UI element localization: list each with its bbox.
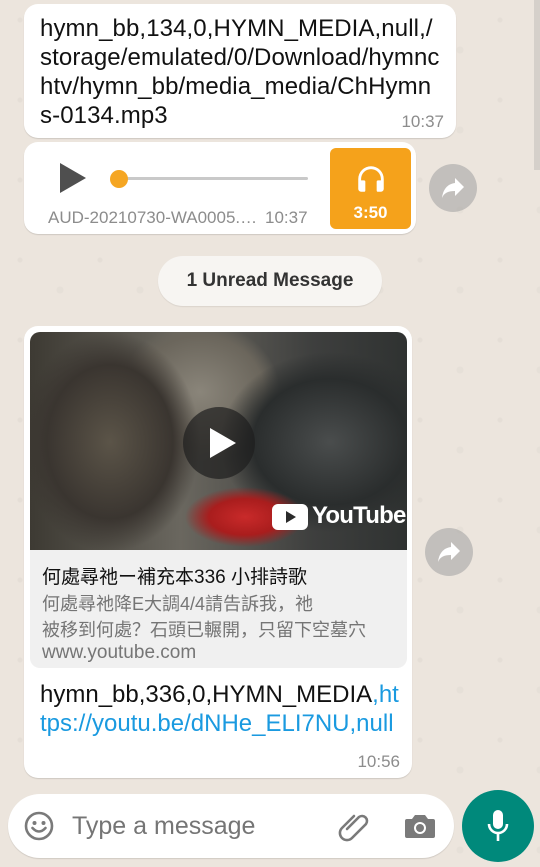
message-timestamp: 10:56 [357, 752, 400, 771]
youtube-icon [272, 504, 308, 530]
unread-messages-divider: 1 Unread Message [158, 256, 382, 306]
audio-filename: AUD-20210730-WA0005.mp3 [48, 208, 260, 227]
message-composer [8, 794, 454, 858]
headphones-icon [358, 166, 384, 192]
message-text: hymn_bb,336,0,HYMN_MEDIA,https://youtu.b… [40, 680, 400, 738]
video-play-button[interactable] [183, 407, 255, 479]
message-text-prefix: hymn_bb,336,0,HYMN_MEDIA [40, 681, 373, 708]
forward-arrow-icon [438, 542, 460, 562]
message-bubble-text[interactable]: hymn_bb,134,0,HYMN_MEDIA,null,/storage/e… [24, 4, 456, 138]
message-text: hymn_bb,134,0,HYMN_MEDIA,null,/storage/e… [40, 15, 440, 129]
play-icon[interactable] [54, 160, 90, 196]
audio-duration-box: 3:50 [330, 148, 411, 229]
message-bubble-link[interactable]: YouTube 何處尋祂ー補充本336 小排詩歌 何處尋祂降E大調4/4請告訴我… [24, 326, 412, 778]
emoji-icon[interactable] [24, 811, 54, 841]
camera-icon[interactable] [404, 812, 436, 840]
forward-button[interactable] [425, 528, 473, 576]
youtube-label: YouTube [312, 502, 406, 529]
microphone-button[interactable] [462, 790, 534, 862]
message-timestamp: 10:37 [401, 112, 444, 131]
audio-timestamp: 10:37 [265, 208, 308, 227]
audio-seek-track[interactable] [120, 177, 308, 180]
audio-duration: 3:50 [353, 203, 388, 222]
link-preview-title: 何處尋祂ー補充本336 小排詩歌 [42, 567, 307, 588]
play-icon [210, 428, 236, 458]
message-input[interactable] [72, 812, 322, 841]
link-preview-desc-line: 被移到何處？石頭已輾開，只留下空墓穴 [42, 620, 366, 640]
microphone-icon [487, 810, 509, 841]
link-preview-domain: www.youtube.com [42, 642, 197, 663]
video-thumbnail[interactable]: YouTube [30, 332, 407, 550]
forward-arrow-icon [442, 178, 464, 198]
scrollbar[interactable] [534, 0, 540, 170]
link-preview-desc-line: 何處尋祂降E大調4/4請告訴我，祂 [42, 594, 314, 614]
audio-seek-handle[interactable] [110, 170, 128, 188]
message-text-suffix[interactable]: ,null [350, 710, 394, 737]
link-preview-card[interactable]: YouTube 何處尋祂ー補充本336 小排詩歌 何處尋祂降E大調4/4請告訴我… [30, 332, 407, 668]
forward-button[interactable] [429, 164, 477, 212]
audio-message-bubble[interactable]: AUD-20210730-WA0005.mp3 10:37 3:50 [24, 142, 416, 234]
link-preview-description: 何處尋祂降E大調4/4請告訴我，祂 被移到何處？石頭已輾開，只留下空墓穴 [42, 591, 400, 643]
paperclip-icon[interactable] [338, 812, 372, 842]
